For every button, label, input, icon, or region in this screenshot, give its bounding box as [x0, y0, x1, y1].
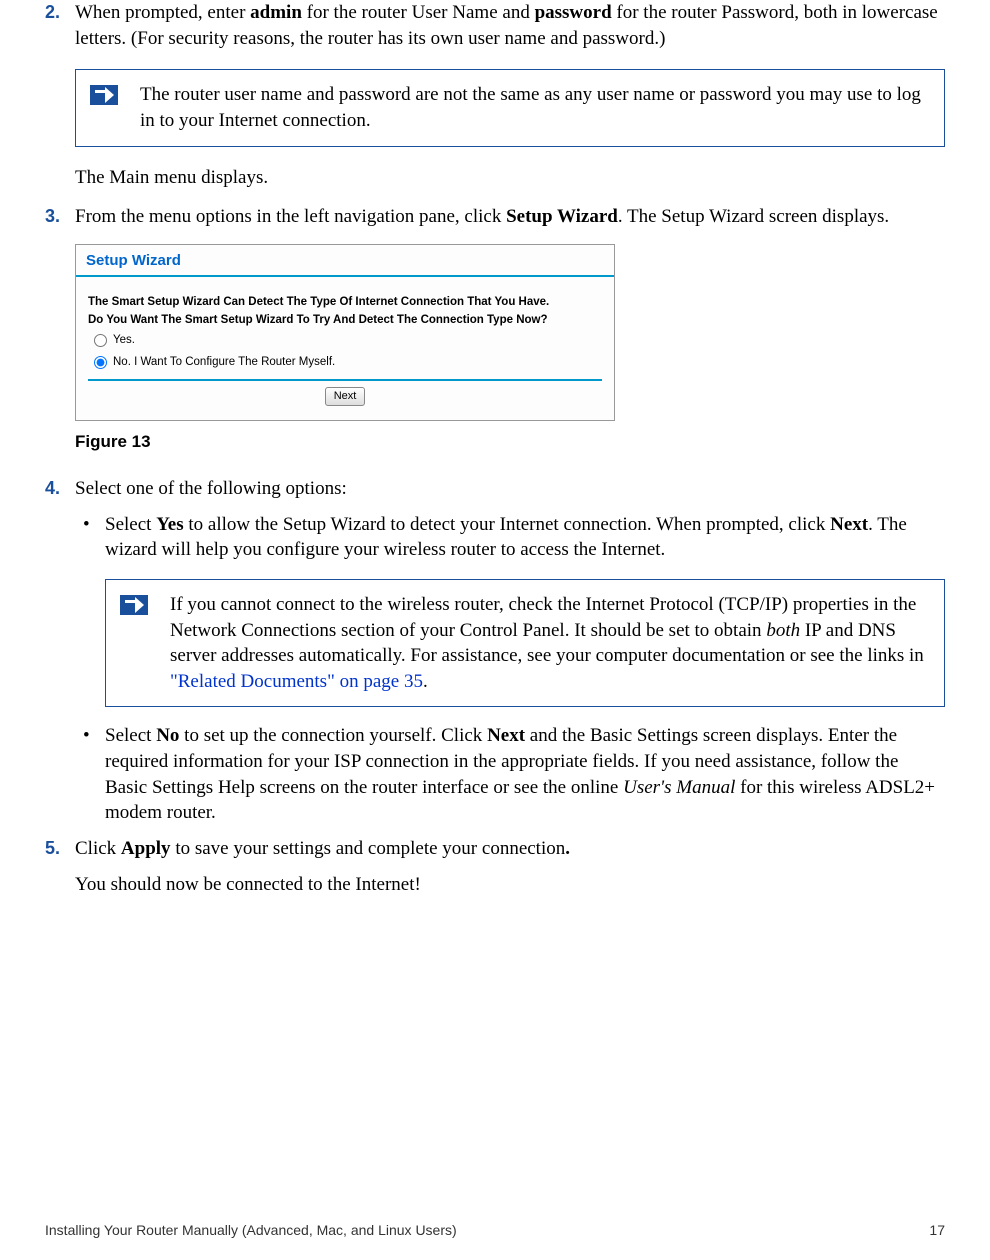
yes-bold: Yes — [156, 514, 183, 535]
apply-bold: Apply — [121, 838, 171, 859]
step-text: Click Apply to save your settings and co… — [75, 836, 945, 862]
figure-line2: Do You Want The Smart Setup Wizard To Tr… — [88, 313, 602, 329]
step-number: 5. — [45, 836, 75, 860]
step-number: 3. — [45, 204, 75, 228]
admin-bold: admin — [250, 2, 302, 23]
note-text: The router user name and password are no… — [140, 82, 930, 133]
no-bold: No — [156, 725, 179, 746]
main-menu-text: The Main menu displays. — [75, 165, 945, 191]
radio-no-row: No. I Want To Configure The Router Mysel… — [88, 352, 602, 374]
step-2: 2. When prompted, enter admin for the ro… — [45, 0, 945, 51]
step-3: 3. From the menu options in the left nav… — [45, 204, 945, 230]
text: to allow the Setup Wizard to detect your… — [184, 514, 830, 535]
radio-yes[interactable] — [94, 334, 107, 347]
next-button[interactable]: Next — [325, 387, 366, 406]
text: . The Setup Wizard screen displays. — [618, 206, 889, 227]
step-number: 2. — [45, 0, 75, 24]
radio-yes-label: Yes. — [113, 333, 135, 349]
next-bold: Next — [830, 514, 868, 535]
text: to set up the connection yourself. Click — [179, 725, 487, 746]
radio-yes-row: Yes. — [88, 330, 602, 352]
connected-text: You should now be connected to the Inter… — [75, 872, 945, 898]
text: From the menu options in the left naviga… — [75, 206, 506, 227]
figure-line1: The Smart Setup Wizard Can Detect The Ty… — [88, 295, 602, 311]
text: Click — [75, 838, 121, 859]
radio-no[interactable] — [94, 356, 107, 369]
footer-left: Installing Your Router Manually (Advance… — [45, 1221, 457, 1240]
figure-button-row: Next — [88, 381, 602, 414]
both-italic: both — [766, 620, 800, 641]
figure-header: Setup Wizard — [76, 245, 614, 277]
text: When prompted, enter — [75, 2, 250, 23]
footer-page-number: 17 — [929, 1221, 945, 1240]
dot-bold: . — [565, 838, 570, 859]
next-bold: Next — [487, 725, 525, 746]
step-number: 4. — [45, 476, 75, 500]
manual-italic: User's Manual — [623, 777, 735, 798]
related-documents-link[interactable]: "Related Documents" on page 35 — [170, 671, 423, 692]
bullet-no: • Select No to set up the connection you… — [105, 723, 945, 826]
note-text: If you cannot connect to the wireless ro… — [170, 592, 930, 695]
bullet-mark: • — [83, 723, 105, 749]
text: Select — [105, 725, 156, 746]
bullet-mark: • — [83, 512, 105, 538]
setup-wizard-screenshot: Setup Wizard The Smart Setup Wizard Can … — [75, 244, 615, 421]
step-text: From the menu options in the left naviga… — [75, 204, 945, 230]
note-box-1: The router user name and password are no… — [75, 69, 945, 146]
setup-wizard-bold: Setup Wizard — [506, 206, 618, 227]
text: to save your settings and complete your … — [171, 838, 566, 859]
arrow-icon — [120, 595, 148, 615]
radio-no-label: No. I Want To Configure The Router Mysel… — [113, 355, 335, 371]
step-text: Select one of the following options: — [75, 476, 945, 502]
password-bold: password — [535, 2, 612, 23]
bullet-yes: • Select Yes to allow the Setup Wizard t… — [105, 512, 945, 708]
note-box-2: If you cannot connect to the wireless ro… — [105, 579, 945, 708]
arrow-icon — [90, 85, 118, 105]
text: . — [423, 671, 428, 692]
figure-caption: Figure 13 — [75, 431, 945, 454]
page-footer: Installing Your Router Manually (Advance… — [45, 1221, 945, 1240]
text: Select — [105, 514, 156, 535]
step-5: 5. Click Apply to save your settings and… — [45, 836, 945, 862]
step-4: 4. Select one of the following options: — [45, 476, 945, 502]
text: for the router User Name and — [302, 2, 535, 23]
step-text: When prompted, enter admin for the route… — [75, 0, 945, 51]
